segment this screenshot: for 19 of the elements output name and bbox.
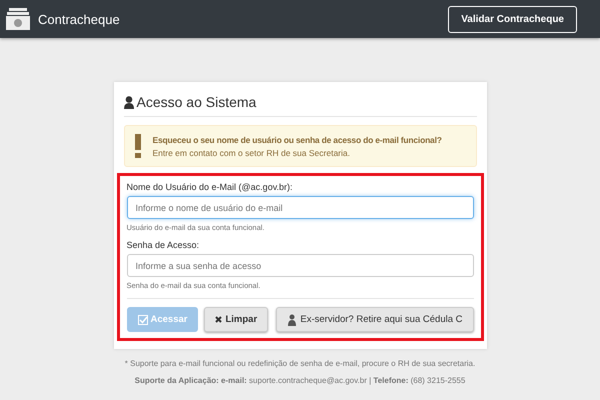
password-field[interactable]: Informe a sua senha de acesso — [126, 254, 474, 277]
exclamation-icon — [134, 134, 140, 158]
field-label: Senha de Acesso: — [126, 240, 200, 250]
field-label: Nome do Usuário do e-Mail (@ac.gov.br): — [126, 182, 294, 192]
username-field[interactable]: Informe o nome de usuário do e-mail — [126, 196, 474, 219]
user-icon — [124, 96, 134, 108]
checkbox-icon — [138, 314, 148, 324]
alert-text: Entre em contato com o setor RH de sua Secretaria. — [152, 148, 351, 158]
footer-text: Suporte da Aplicação: e-mail: suporte.contracheque@ac.gov.br | Telefone: (68) 3215-2555 — [134, 376, 466, 385]
clear-button[interactable]: Limpar — [204, 307, 268, 332]
close-icon — [215, 316, 222, 323]
user-icon — [287, 314, 298, 326]
app-title: Contracheque — [38, 12, 120, 26]
footer-text: * Suporte para e-mail funcional ou redefinição de senha de e-mail, procure o RH de sua secretaria. — [124, 359, 476, 368]
former-employee-button[interactable]: Ex-servidor? Retire aqui sua Cédula C — [276, 307, 474, 332]
card-title: Acesso ao Sistema — [136, 94, 256, 110]
validate-button[interactable]: Validar Contracheque — [448, 6, 577, 32]
money-stack-icon — [6, 8, 30, 30]
alert-heading: Esqueceu o seu nome de usuário ou senha de acesso do e-mail funcional? — [152, 134, 442, 144]
